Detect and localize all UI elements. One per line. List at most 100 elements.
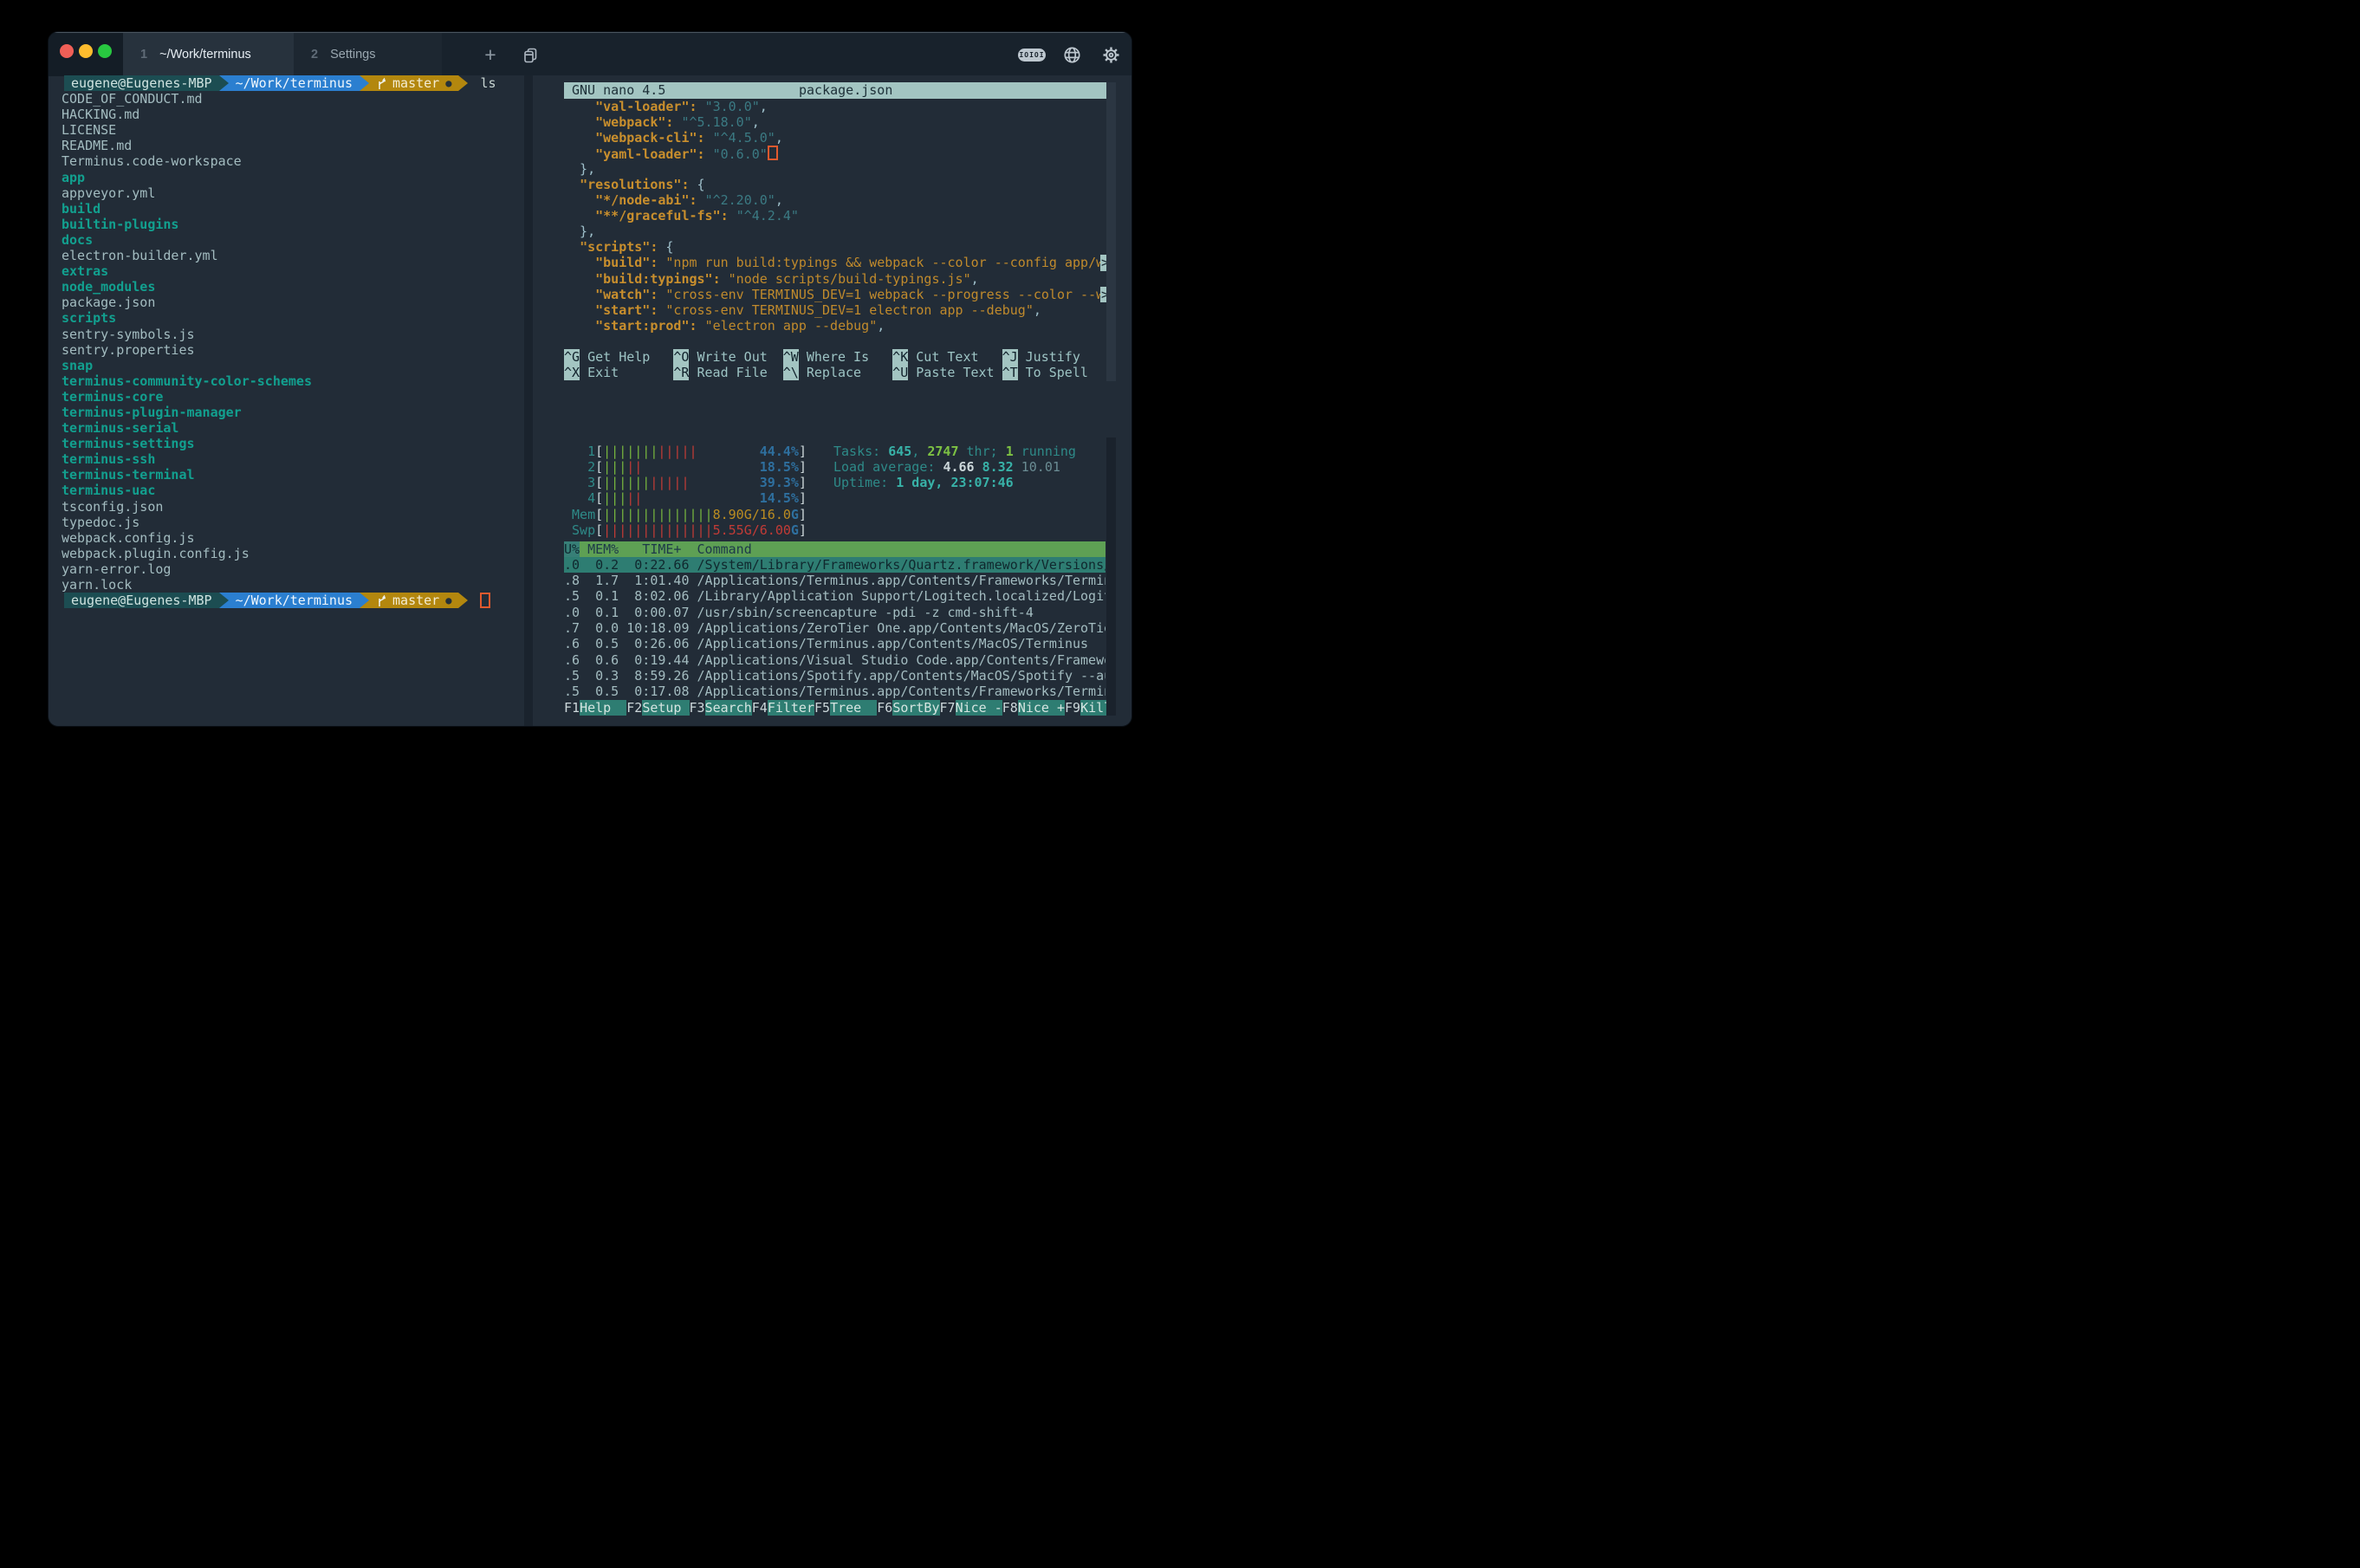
file-item: README.md — [62, 138, 524, 153]
nano-line: "start:prod": "electron app --debug", — [564, 318, 1118, 334]
globe-icon — [1063, 46, 1081, 64]
nano-shortcut-justify[interactable]: ^J Justify — [1002, 349, 1112, 365]
process-row[interactable]: .8 1.7 1:01.40 /Applications/Terminus.ap… — [564, 573, 1105, 588]
htop-summary-line: Load average: 4.66 8.32 10.01 — [833, 459, 1076, 475]
terminal-area: eugene@Eugenes-MBP ~/Work/terminus maste… — [49, 75, 1131, 726]
file-item-directory: terminus-community-color-schemes — [62, 373, 524, 389]
nano-line: "scripts": { — [564, 239, 1118, 255]
htop-fkey-f2[interactable]: F2Setup — [626, 700, 689, 716]
prompt-path-segment: ~/Work/terminus — [229, 75, 360, 91]
serial-ports-icon[interactable]: IOIOI — [1018, 49, 1046, 62]
process-row-selected[interactable]: .0 0.2 0:22.66 /System/Library/Framework… — [564, 557, 1105, 573]
tab-work-terminus[interactable]: 1 ~/Work/terminus — [123, 33, 294, 76]
nano-shortcut-read-file[interactable]: ^R Read File — [673, 365, 782, 380]
screen: 1 ~/Work/terminus 2 Settings + IOIOI — [0, 0, 1180, 784]
file-item: CODE_OF_CONDUCT.md — [62, 91, 524, 107]
meter-2: 2[||||| 18.5%] — [564, 459, 807, 475]
nano-shortcut-cut-text[interactable]: ^K Cut Text — [892, 349, 1002, 365]
ls-output: CODE_OF_CONDUCT.mdHACKING.mdLICENSEREADM… — [62, 91, 524, 593]
nano-line: "**/graceful-fs": "^4.2.4" — [564, 208, 1118, 224]
settings-button[interactable] — [1099, 33, 1123, 76]
file-item-directory: node_modules — [62, 279, 524, 295]
nano-line: "build:typings": "node scripts/build-typ… — [564, 271, 1118, 287]
process-row[interactable]: .6 0.5 0:26.06 /Applications/Terminus.ap… — [564, 636, 1105, 651]
file-item-directory: terminus-settings — [62, 436, 524, 451]
command-text: ls — [480, 75, 496, 91]
nano-line: "build": "npm run build:typings && webpa… — [564, 255, 1118, 270]
nano-shortcut-exit[interactable]: ^X Exit — [564, 365, 673, 380]
prompt-git-segment: master ● — [369, 593, 458, 608]
git-branch-name: master — [392, 593, 439, 608]
tab-index: 1 — [140, 48, 147, 62]
nano-line: "webpack-cli": "^4.5.0", — [564, 130, 1118, 146]
sort-column[interactable]: U% — [564, 541, 580, 557]
powerline-arrow-icon — [458, 75, 468, 91]
tab-title: ~/Work/terminus — [159, 48, 251, 62]
file-item: electron-builder.yml — [62, 248, 524, 263]
globe-button[interactable] — [1060, 33, 1084, 76]
file-item: tsconfig.json — [62, 499, 524, 515]
close-button[interactable] — [60, 44, 74, 58]
nano-shortcut-where-is[interactable]: ^W Where Is — [783, 349, 892, 365]
nano-scrollbar[interactable] — [1106, 82, 1116, 381]
htop-process-table[interactable]: U% MEM% TIME+ Command .0 0.2 0:22.66 /Sy… — [564, 541, 1105, 700]
nano-line: "resolutions": { — [564, 177, 1118, 192]
file-item-directory: scripts — [62, 310, 524, 326]
terminal-pane-shell[interactable]: eugene@Eugenes-MBP ~/Work/terminus maste… — [62, 75, 524, 726]
duplicate-tab-button[interactable] — [518, 33, 542, 76]
process-row[interactable]: .5 0.1 8:02.06 /Library/Application Supp… — [564, 588, 1105, 604]
nano-version: GNU nano 4.5 — [564, 82, 799, 99]
terminal-cursor — [480, 593, 490, 608]
htop-fkey-f3[interactable]: F3Search — [690, 700, 752, 716]
tab-settings[interactable]: 2 Settings — [294, 33, 442, 76]
git-dirty-dot: ● — [445, 75, 451, 91]
htop-fkey-f1[interactable]: F1Help — [564, 700, 626, 716]
nano-shortcut-to-spell[interactable]: ^T To Spell — [1002, 365, 1112, 380]
htop-summary-line: Uptime: 1 day, 23:07:46 — [833, 475, 1076, 490]
nano-shortcut-write-out[interactable]: ^O Write Out — [673, 349, 782, 365]
terminal-pane-right[interactable]: GNU nano 4.5 package.json "val-loader": … — [564, 75, 1118, 726]
file-item: package.json — [62, 295, 524, 310]
nano-shortcut-menu: ^G Get Help^O Write Out^W Where Is^K Cut… — [564, 349, 1118, 381]
file-item-directory: app — [62, 170, 524, 185]
meter-3: 3[||||||||||| 39.3%] — [564, 475, 807, 490]
file-item-directory: terminus-serial — [62, 420, 524, 436]
htop-summary: Tasks: 645, 2747 thr; 1 runningLoad aver… — [833, 444, 1076, 491]
file-item-directory: builtin-plugins — [62, 217, 524, 232]
nano-shortcut-get-help[interactable]: ^G Get Help — [564, 349, 673, 365]
file-item-directory: terminus-plugin-manager — [62, 405, 524, 420]
nano-line: }, — [564, 161, 1118, 177]
git-dirty-dot: ● — [445, 593, 451, 608]
htop-fkey-f7[interactable]: F7Nice - — [940, 700, 1002, 716]
nano-line: "webpack": "^5.18.0", — [564, 114, 1118, 130]
minimize-button[interactable] — [79, 44, 93, 58]
new-tab-button[interactable]: + — [478, 33, 502, 76]
nano-shortcut-paste-text[interactable]: ^U Paste Text — [892, 365, 1002, 380]
git-branch-icon — [376, 77, 387, 90]
process-row[interactable]: .5 0.3 8:59.26 /Applications/Spotify.app… — [564, 668, 1105, 684]
file-item: HACKING.md — [62, 107, 524, 122]
traffic-light-zone — [49, 33, 123, 76]
htop-scrollbar[interactable] — [1106, 437, 1116, 716]
prompt-user-segment: eugene@Eugenes-MBP — [64, 593, 219, 608]
process-row[interactable]: .0 0.1 0:00.07 /usr/sbin/screencapture -… — [564, 605, 1105, 620]
nano-shortcut-replace[interactable]: ^\ Replace — [783, 365, 892, 380]
htop-function-bar: F1Help F2Setup F3SearchF4FilterF5Tree F6… — [564, 700, 1113, 716]
file-item: LICENSE — [62, 122, 524, 138]
meter-4: 4[||||| 14.5%] — [564, 490, 807, 506]
process-table-header[interactable]: U% MEM% TIME+ Command — [564, 541, 1105, 557]
process-row[interactable]: .5 0.5 0:17.08 /Applications/Terminus.ap… — [564, 684, 1105, 699]
htop-fkey-f8[interactable]: F8Nice + — [1002, 700, 1065, 716]
process-row[interactable]: .6 0.6 0:19.44 /Applications/Visual Stud… — [564, 652, 1105, 668]
prompt-path-segment: ~/Work/terminus — [229, 593, 360, 608]
pane-divider[interactable] — [524, 75, 533, 726]
htop-fkey-f6[interactable]: F6SortBy — [877, 700, 939, 716]
process-row[interactable]: .7 0.0 10:18.09 /Applications/ZeroTier O… — [564, 620, 1105, 636]
nano-editor-content[interactable]: "val-loader": "3.0.0", "webpack": "^5.18… — [564, 99, 1118, 334]
shell-prompt: eugene@Eugenes-MBP ~/Work/terminus maste… — [64, 75, 524, 91]
htop-fkey-f4[interactable]: F4Filter — [752, 700, 814, 716]
file-item: sentry.properties — [62, 342, 524, 358]
htop-fkey-f5[interactable]: F5Tree — [814, 700, 877, 716]
zoom-button[interactable] — [98, 44, 112, 58]
gear-icon — [1102, 46, 1120, 64]
